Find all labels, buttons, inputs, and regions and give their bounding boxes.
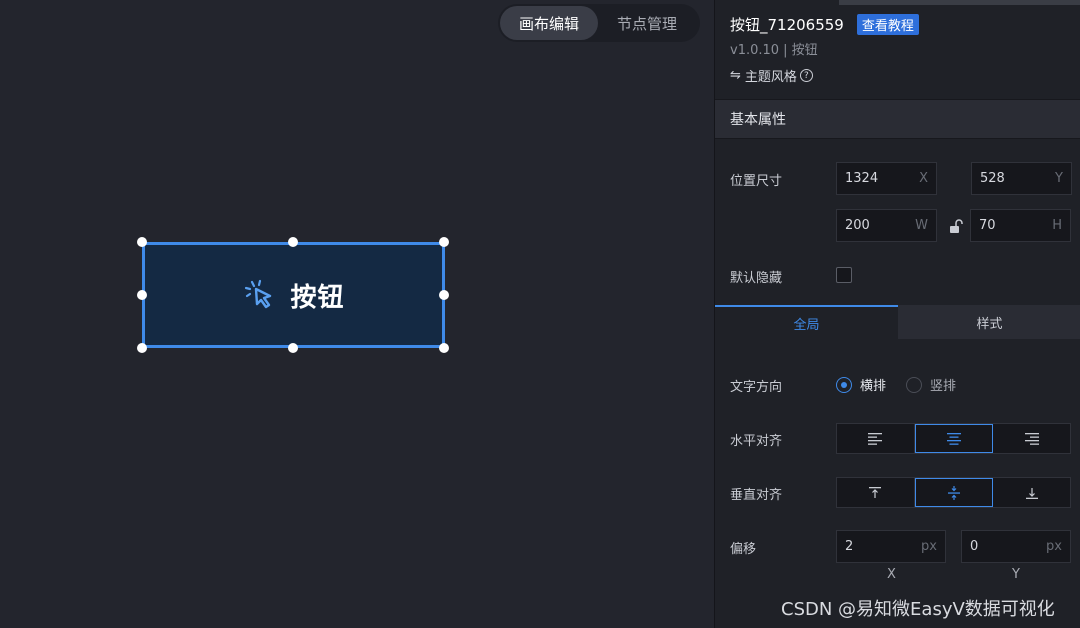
h-align-label: 水平对齐 (730, 434, 783, 449)
resize-handle-top-right[interactable] (439, 237, 449, 247)
align-right-icon (1024, 432, 1039, 445)
component-name: 按钮_71206559 (730, 16, 844, 34)
radio-vertical[interactable]: 竖排 (906, 375, 956, 394)
align-center-button[interactable] (914, 424, 994, 453)
pos-x-input[interactable]: 1324 X (836, 162, 937, 195)
watermark: CSDN @易知微EasyV数据可视化 (781, 599, 1055, 620)
pos-y-input[interactable]: 528 Y (971, 162, 1072, 195)
canvas-area[interactable]: 画布编辑 节点管理 按钮 (0, 0, 714, 628)
height-value: 70 (979, 218, 996, 233)
radio-horizontal-label: 横排 (860, 379, 887, 394)
help-icon[interactable]: ? (799, 69, 813, 82)
align-center-icon (947, 432, 961, 445)
pos-y-unit: Y (1055, 171, 1063, 186)
resize-handle-bottom-right[interactable] (439, 343, 449, 353)
subtabs: 全局 样式 (715, 305, 1080, 339)
radio-dot (906, 376, 923, 393)
height-input[interactable]: 70 H (970, 209, 1071, 242)
resize-handle-bottom[interactable] (288, 343, 298, 353)
selected-button-component[interactable]: 按钮 (142, 242, 445, 348)
h-align-group (836, 423, 1071, 454)
offset-x-input[interactable]: 2 px (836, 530, 946, 563)
property-panel: 按钮_71206559 查看教程 v1.0.10 | 按钮 ⇋ 主题风格 ? 基… (714, 0, 1080, 628)
align-right-button[interactable] (993, 424, 1070, 453)
radio-vertical-label: 竖排 (930, 379, 957, 394)
theme-style-link[interactable]: ⇋ 主题风格 ? (730, 66, 813, 85)
offset-x-value: 2 (845, 539, 854, 554)
theme-style-label: 主题风格 (744, 70, 797, 85)
pos-x-unit: X (919, 171, 928, 186)
text-direction-label: 文字方向 (730, 380, 783, 395)
offset-y-unit: px (1046, 539, 1062, 554)
offset-x-unit: px (921, 539, 937, 554)
swap-icon: ⇋ (730, 68, 741, 83)
align-bottom-icon (1025, 487, 1038, 499)
button-label: 按钮 (290, 282, 345, 313)
v-align-group (836, 477, 1071, 508)
unlock-icon[interactable] (948, 218, 964, 234)
pos-x-value: 1324 (845, 171, 879, 186)
offset-x-caption: X (887, 567, 896, 582)
default-hidden-label: 默认隐藏 (730, 271, 783, 286)
panel-top-strip (839, 0, 1080, 5)
tab-canvas-edit[interactable]: 画布编辑 (500, 6, 599, 40)
cursor-click-icon (245, 279, 272, 309)
resize-handle-bottom-left[interactable] (137, 343, 147, 353)
align-top-icon (869, 486, 882, 498)
align-left-button[interactable] (837, 424, 915, 453)
width-value: 200 (845, 218, 870, 233)
v-align-label: 垂直对齐 (730, 488, 783, 503)
offset-y-value: 0 (970, 539, 979, 554)
width-unit: W (915, 218, 928, 233)
offset-y-caption: Y (1012, 567, 1020, 582)
align-middle-button[interactable] (914, 478, 994, 507)
resize-handle-left[interactable] (137, 290, 147, 300)
radio-horizontal[interactable]: 横排 (836, 375, 886, 394)
align-left-icon (868, 432, 883, 445)
resize-handle-right[interactable] (439, 290, 449, 300)
offset-label: 偏移 (730, 542, 757, 557)
align-bottom-button[interactable] (993, 478, 1070, 507)
pos-y-value: 528 (980, 171, 1005, 186)
position-size-label: 位置尺寸 (730, 174, 783, 189)
resize-handle-top-left[interactable] (137, 237, 147, 247)
width-input[interactable]: 200 W (836, 209, 937, 242)
tab-global[interactable]: 全局 (715, 305, 898, 339)
tab-node-manage[interactable]: 节点管理 (598, 6, 696, 40)
component-version: v1.0.10 | 按钮 (730, 43, 818, 58)
height-unit: H (1052, 218, 1062, 233)
section-basic-properties[interactable]: 基本属性 (715, 99, 1080, 139)
align-top-button[interactable] (837, 478, 915, 507)
offset-y-input[interactable]: 0 px (961, 530, 1071, 563)
text-direction-radios: 横排 竖排 (836, 375, 976, 394)
component-header: 按钮_71206559 查看教程 (730, 14, 919, 35)
align-middle-icon (948, 485, 960, 500)
default-hidden-checkbox[interactable] (836, 267, 852, 283)
resize-handle-top[interactable] (288, 237, 298, 247)
tab-style[interactable]: 样式 (898, 305, 1080, 339)
view-tutorial-button[interactable]: 查看教程 (856, 14, 919, 35)
radio-dot-selected (836, 376, 852, 393)
mode-switch: 画布编辑 节点管理 (498, 4, 700, 42)
